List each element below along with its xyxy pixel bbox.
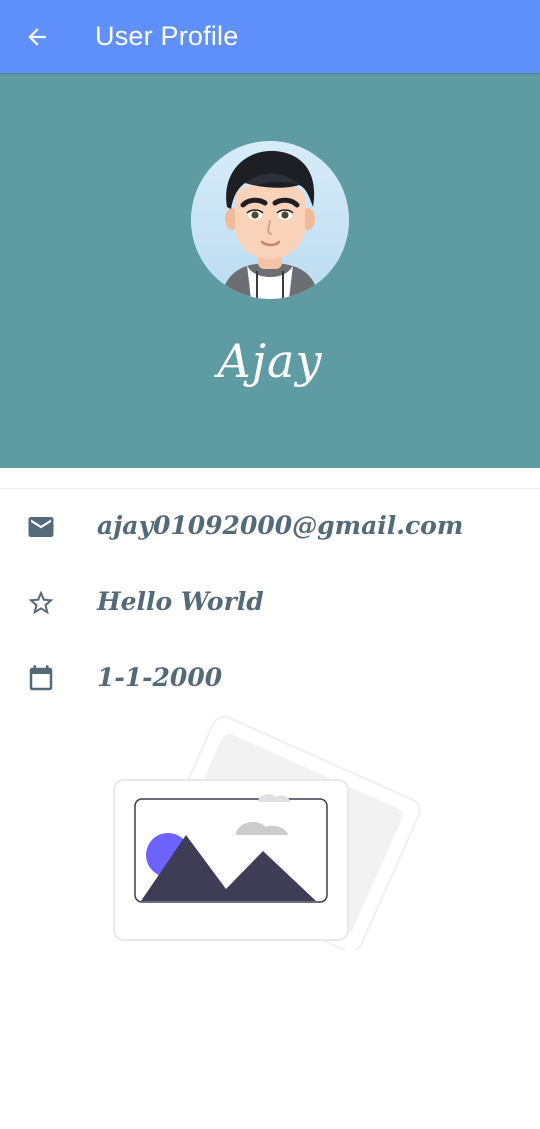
image-placeholder-illustration (113, 715, 421, 953)
image-placeholder (108, 705, 438, 953)
user-name: Ajay (217, 334, 323, 388)
divider (0, 488, 540, 489)
star-outline-icon (28, 590, 54, 615)
back-button[interactable] (18, 18, 56, 56)
status-row[interactable]: Hello World (0, 575, 540, 631)
app-bar: User Profile (0, 0, 540, 73)
email-row[interactable]: ajay01092000@gmail.com (0, 499, 540, 555)
birthdate-value: 1-1-2000 (97, 663, 223, 692)
page-title: User Profile (95, 21, 239, 51)
avatar[interactable] (191, 141, 349, 299)
calendar-icon (29, 665, 53, 691)
profile-header: Ajay (0, 73, 540, 468)
status-value: Hello World (97, 587, 264, 616)
arrow-left-icon (28, 28, 46, 46)
email-icon (28, 517, 54, 537)
avatar-image (191, 141, 349, 299)
email-value: ajay01092000@gmail.com (97, 511, 464, 540)
birthdate-row[interactable]: 1-1-2000 (0, 651, 540, 707)
